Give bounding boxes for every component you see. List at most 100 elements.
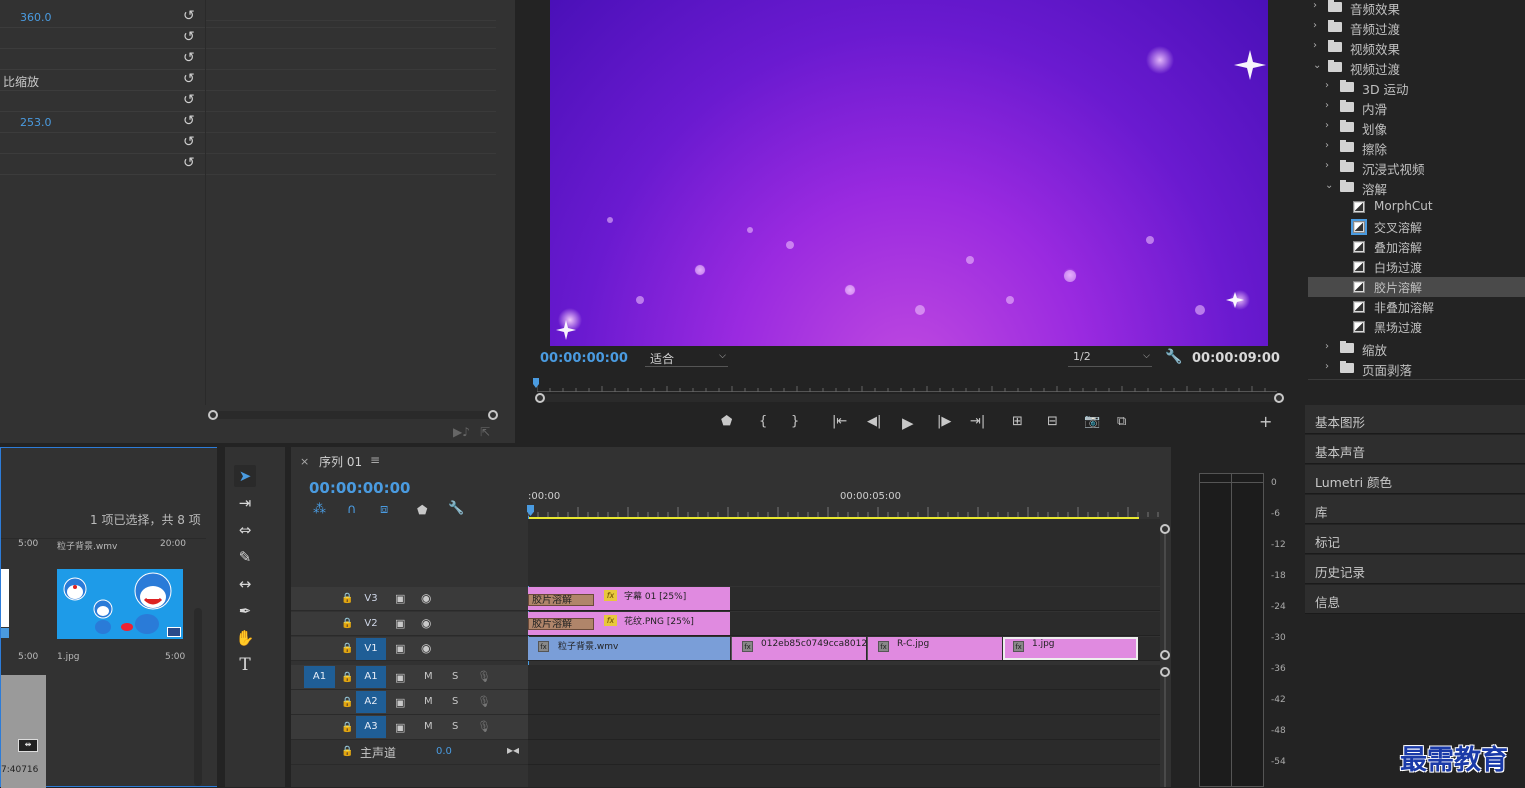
resolution-dropdown[interactable]: 1/2 ⌵: [1068, 350, 1152, 367]
property-value[interactable]: 360.0: [20, 11, 52, 24]
nest-toggle-icon[interactable]: ⁂: [313, 502, 326, 517]
chevron-right-icon[interactable]: ›: [1325, 120, 1329, 131]
microphone-icon[interactable]: 🎙: [477, 695, 491, 708]
effects-tree-item[interactable]: › 沉浸式视频: [1308, 157, 1525, 177]
keyframe-lane[interactable]: [206, 70, 496, 91]
fit-dropdown[interactable]: 适合 ⌵: [645, 350, 728, 367]
thumbnail-partial-2[interactable]: ⇹ 7:40716: [1, 675, 46, 788]
mute-button[interactable]: M: [424, 721, 433, 732]
lock-icon[interactable]: 🔒: [341, 593, 353, 604]
reset-icon[interactable]: ↺: [183, 50, 195, 66]
audio-track-lane[interactable]: [528, 690, 1160, 715]
selection-tool-icon[interactable]: ➤: [234, 465, 256, 487]
microphone-icon[interactable]: 🎙: [477, 670, 491, 683]
audio-track-scrollbar[interactable]: [1164, 677, 1166, 787]
chevron-right-icon[interactable]: ›: [1325, 80, 1329, 91]
effects-tree-item[interactable]: › 页面剥落: [1308, 358, 1525, 378]
effects-tree-item[interactable]: › 擦除: [1308, 137, 1525, 157]
effects-tree-item[interactable]: MorphCut: [1308, 197, 1525, 217]
go-to-out-icon[interactable]: ⇥|: [970, 414, 985, 429]
go-to-in-icon[interactable]: |⇤: [832, 414, 847, 429]
pen-tool-icon[interactable]: ✒: [234, 600, 256, 622]
effects-tree-item[interactable]: › 视频效果: [1308, 37, 1525, 57]
source-patch-toggle[interactable]: A1: [304, 666, 335, 688]
reset-icon[interactable]: ↺: [183, 8, 195, 24]
snap-magnet-icon[interactable]: ∩: [347, 502, 357, 517]
thumbnail-1jpg[interactable]: [57, 569, 183, 639]
audio-scroll-top-handle[interactable]: [1160, 667, 1170, 677]
video-scroll-top-handle[interactable]: [1160, 524, 1170, 534]
video-scroll-bottom-handle[interactable]: [1160, 650, 1170, 660]
transition-v2[interactable]: 胶片溶解: [528, 618, 594, 630]
eye-icon[interactable]: ◉: [421, 641, 431, 655]
clip-v1-image[interactable]: fx 012eb85c0749cca80121a: [731, 637, 866, 660]
timeline-empty-bottom[interactable]: [528, 765, 1160, 787]
chevron-right-icon[interactable]: ›: [1313, 0, 1317, 11]
master-volume-value[interactable]: 0.0: [436, 746, 452, 757]
chevron-right-icon[interactable]: ›: [1325, 140, 1329, 151]
comparison-view-icon[interactable]: ⧉: [1117, 414, 1126, 429]
track-target-toggle[interactable]: A3: [356, 716, 386, 738]
project-scrollbar[interactable]: [194, 608, 202, 786]
zoom-end-handle[interactable]: [1274, 393, 1284, 403]
reset-icon[interactable]: ↺: [183, 113, 195, 129]
playhead-timecode[interactable]: 00:00:00:00: [540, 351, 628, 366]
keyframe-lane[interactable]: [206, 91, 496, 112]
solo-button[interactable]: S: [452, 671, 458, 682]
toggle-sync-lock-icon[interactable]: ▣: [395, 721, 405, 734]
effects-tree-item[interactable]: › 3D 运动: [1308, 77, 1525, 97]
master-track-lane[interactable]: [528, 740, 1160, 765]
track-target-toggle[interactable]: V1: [356, 638, 386, 660]
hand-tool-icon[interactable]: ✋: [234, 627, 256, 649]
type-tool-icon[interactable]: T: [234, 654, 256, 676]
export-frame-icon[interactable]: 📷: [1084, 414, 1100, 429]
effects-tree-item[interactable]: › 缩放: [1308, 338, 1525, 358]
mute-button[interactable]: M: [424, 696, 433, 707]
timeline-empty-area[interactable]: [528, 519, 1160, 586]
toggle-sync-lock-icon[interactable]: ▣: [395, 696, 405, 709]
play-icon[interactable]: ▶: [902, 414, 914, 432]
zoom-start-handle[interactable]: [535, 393, 545, 403]
add-marker-icon[interactable]: ⬟: [721, 414, 732, 429]
reset-icon[interactable]: ↺: [183, 29, 195, 45]
chevron-down-icon[interactable]: ⌄: [1325, 180, 1333, 191]
step-forward-icon[interactable]: |▶: [937, 414, 951, 429]
scrollbar-start-handle[interactable]: [208, 410, 218, 420]
chevron-right-icon[interactable]: ›: [1325, 341, 1329, 352]
side-panel-tab[interactable]: 基本声音: [1305, 435, 1525, 464]
chevron-right-icon[interactable]: ›: [1325, 100, 1329, 111]
effects-tree-item[interactable]: 黑场过渡: [1308, 317, 1525, 337]
lock-icon[interactable]: 🔒: [341, 722, 353, 733]
side-panel-tab[interactable]: 信息: [1305, 585, 1525, 614]
solo-button[interactable]: S: [452, 721, 458, 732]
keyframe-lane[interactable]: [206, 133, 496, 154]
add-marker-icon[interactable]: ⬟: [417, 503, 427, 517]
effects-tree-item[interactable]: › 划像: [1308, 117, 1525, 137]
chevron-right-icon[interactable]: ›: [1313, 20, 1317, 31]
reset-icon[interactable]: ↺: [183, 92, 195, 108]
eye-icon[interactable]: ◉: [421, 591, 431, 605]
effects-tree-item[interactable]: ⌄ 溶解: [1308, 177, 1525, 197]
step-back-icon[interactable]: ◀|: [867, 414, 881, 429]
reset-icon[interactable]: ↺: [183, 134, 195, 150]
toggle-sync-lock-icon[interactable]: ▣: [395, 592, 405, 605]
lock-icon[interactable]: 🔒: [341, 746, 353, 757]
close-sequence-icon[interactable]: ×: [300, 455, 309, 468]
property-value[interactable]: 253.0: [20, 116, 52, 129]
sequence-menu-icon[interactable]: ≡: [370, 453, 380, 467]
scrollbar-end-handle[interactable]: [488, 410, 498, 420]
effects-tree-item[interactable]: 叠加溶解: [1308, 237, 1525, 257]
side-panel-tab[interactable]: 历史记录: [1305, 555, 1525, 584]
solo-button[interactable]: S: [452, 696, 458, 707]
add-button-icon[interactable]: +: [1259, 412, 1272, 431]
lift-icon[interactable]: ⊞: [1012, 414, 1023, 429]
chevron-right-icon[interactable]: ›: [1325, 160, 1329, 171]
chevron-down-icon[interactable]: ⌄: [1313, 60, 1321, 71]
timeline-ruler[interactable]: [528, 505, 1160, 517]
reset-icon[interactable]: ↺: [183, 155, 195, 171]
side-panel-tab[interactable]: 库: [1305, 495, 1525, 524]
keyframe-lane[interactable]: [206, 112, 496, 133]
timeline-settings-wrench-icon[interactable]: 🔧: [448, 501, 464, 516]
microphone-icon[interactable]: 🎙: [477, 720, 491, 733]
toggle-sync-lock-icon[interactable]: ▣: [395, 642, 405, 655]
